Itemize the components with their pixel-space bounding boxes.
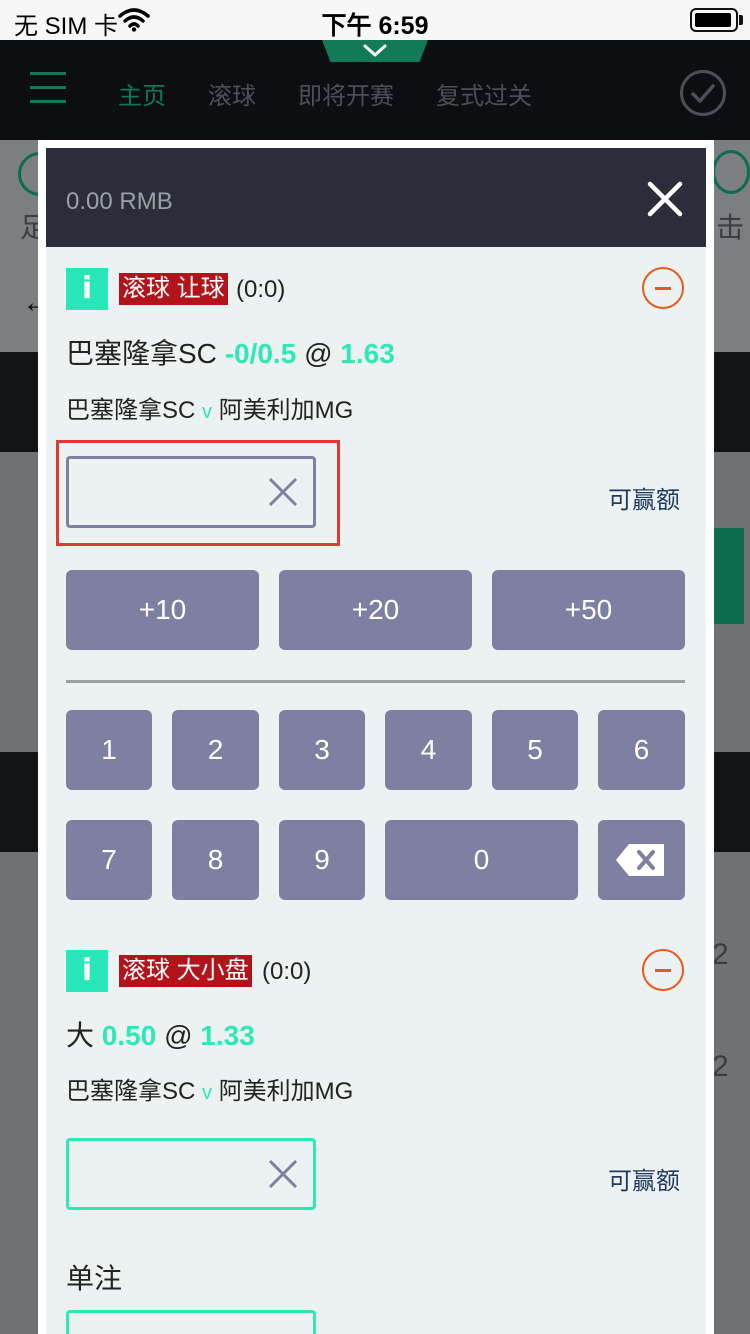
info-icon[interactable]: i [66,268,108,310]
versus-label: v [202,1082,213,1104]
clock: 下午 6:59 [321,12,429,40]
single-bet-label: 单注 [66,1263,123,1294]
remove-bet-icon[interactable] [642,267,684,309]
status-bar: 无 SIM 卡 下午 6:59 [0,0,750,40]
quick-stake-10-button[interactable]: +10 [66,570,259,650]
keypad-5-button[interactable]: 5 [492,710,578,790]
divider [66,680,685,683]
battery-icon [690,8,738,32]
keypad-2-button[interactable]: 2 [172,710,259,790]
check-icon[interactable] [680,70,726,116]
battery-tip [739,15,743,25]
odds-value: 1.33 [200,1020,255,1051]
backspace-button[interactable] [598,820,685,900]
market-tag: 滚球 让球 [119,273,228,305]
selection-line: 巴塞隆拿SC -0/0.5 @ 1.63 [66,332,395,372]
keypad-4-button[interactable]: 4 [385,710,472,790]
background-text: 击 [716,212,745,243]
nav-tab-inplay[interactable]: 滚球 [208,76,256,111]
score-text: (0:0) [236,276,286,303]
keypad-1-button[interactable]: 1 [66,710,152,790]
home-team: 巴塞隆拿SC [66,1078,196,1105]
selection-team: 巴塞隆拿SC [66,338,217,369]
keypad-7-button[interactable]: 7 [66,820,152,900]
away-team: 阿美利加MG [218,1078,354,1105]
at-symbol: @ [304,338,333,369]
nav-tab-parlay[interactable]: 复式过关 [436,76,532,111]
keypad-0-button[interactable]: 0 [385,820,578,900]
handicap-line: -0/0.5 [224,338,297,369]
close-icon[interactable] [646,180,684,218]
keypad-8-button[interactable]: 8 [172,820,259,900]
keypad-9-button[interactable]: 9 [279,820,365,900]
payout-label: 可赢额 [608,1168,680,1195]
payout-label: 可赢额 [608,487,680,514]
backspace-icon [616,844,664,876]
matchup: 巴塞隆拿SC v 阿美利加MG [66,390,353,425]
background-text: 2 [712,938,729,971]
nav-tab-upcoming[interactable]: 即将开赛 [298,76,394,111]
selection-line: 大 0.50 @ 1.33 [66,1014,255,1054]
odds-value: 1.63 [340,338,395,369]
selection-team: 大 [66,1020,95,1051]
away-team: 阿美利加MG [218,397,354,424]
sport-icon [712,150,750,194]
home-team: 巴塞隆拿SC [66,397,196,424]
background-text: 2 [712,1050,729,1083]
market-tag: 滚球 大小盘 [119,955,252,987]
nav-tab-home[interactable]: 主页 [118,76,166,111]
quick-stake-50-button[interactable]: +50 [492,570,685,650]
keypad-3-button[interactable]: 3 [279,710,365,790]
clear-input-icon[interactable] [268,1159,298,1189]
clear-input-icon[interactable] [268,477,298,507]
single-stake-input[interactable] [66,1310,316,1334]
score-text: (0:0) [262,958,312,985]
info-icon[interactable]: i [66,950,108,992]
versus-label: v [202,401,213,423]
menu-icon[interactable] [30,72,66,104]
balance-text: 0.00 RMB [66,188,173,215]
remove-bet-icon[interactable] [642,949,684,991]
quick-stake-20-button[interactable]: +20 [279,570,472,650]
keypad-6-button[interactable]: 6 [598,710,685,790]
background-button [712,528,744,624]
at-symbol: @ [164,1020,193,1051]
total-line: 0.50 [101,1020,157,1051]
matchup: 巴塞隆拿SC v 阿美利加MG [66,1071,353,1106]
bet-slip-pull-tab[interactable] [322,40,428,62]
